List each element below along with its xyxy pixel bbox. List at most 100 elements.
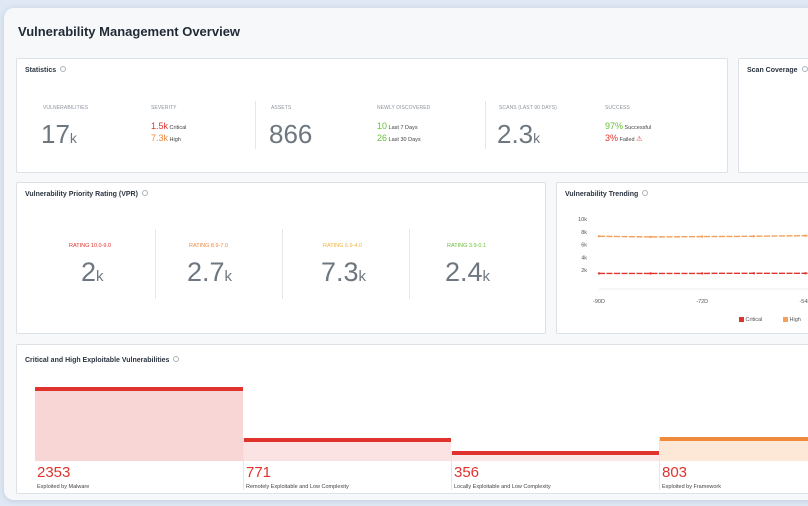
last30-count: 26 xyxy=(377,133,388,143)
divider xyxy=(155,229,156,299)
vpr-rating-label-low: Rating 3.9-0.1 xyxy=(447,243,487,249)
page-title: Vulnerability Management Overview xyxy=(18,24,241,39)
trending-card: Vulnerability Trending 10k 8k 6k 4k 2k -90D -7… xyxy=(556,182,808,334)
data-point-critical[interactable] xyxy=(701,272,704,275)
scans-value[interactable]: 2.3k xyxy=(497,121,540,147)
vpr-low-number: 2.4 xyxy=(445,257,483,287)
exploitable-value-remote: 771 xyxy=(246,464,272,481)
data-point-high[interactable] xyxy=(701,235,704,238)
vpr-title-text: Vulnerability Priority Rating (VPR) xyxy=(25,191,138,198)
vpr-rating-value-low[interactable]: 2.4k xyxy=(445,259,490,286)
divider xyxy=(485,101,486,149)
exploitable-caption-malware: Exploited by Malware xyxy=(37,484,90,490)
successful-percent: 97% xyxy=(605,121,624,131)
successful-label: Successful xyxy=(624,125,652,131)
vpr-rating-label-high: Rating 8.9-7.0 xyxy=(189,243,229,249)
divider xyxy=(409,229,410,299)
data-point-critical[interactable] xyxy=(597,272,601,275)
legend-critical-swatch xyxy=(739,317,744,323)
critical-label: Critical xyxy=(169,125,187,131)
scans-unit: k xyxy=(533,130,541,146)
vpr-medium-number: 7.3 xyxy=(321,257,359,287)
high-count: 7.3k xyxy=(151,133,169,143)
exploitable-value-local: 356 xyxy=(454,464,480,481)
exploitable-caption-remote: Remotely Exploitable and Low Complexity xyxy=(246,484,349,490)
vpr-high-unit: k xyxy=(224,268,233,285)
vpr-rating-value-medium[interactable]: 7.3k xyxy=(321,259,366,286)
divider xyxy=(255,101,256,149)
divider xyxy=(451,451,452,490)
severity-high[interactable]: 7.3k High xyxy=(151,133,181,143)
statistics-title: Statistics xyxy=(25,66,67,74)
info-icon[interactable] xyxy=(60,66,67,73)
data-point-high[interactable] xyxy=(752,235,755,238)
success-label: Success xyxy=(605,105,630,111)
x-tick-label: -72D xyxy=(696,299,708,305)
vpr-medium-unit: k xyxy=(358,268,367,285)
series-line-high[interactable] xyxy=(598,234,808,238)
y-tick-label: 2k xyxy=(581,268,587,274)
severity-label: Severity xyxy=(151,105,177,111)
newly-discovered-label: Newly Discovered xyxy=(377,105,431,111)
exploitable-card: Critical and High Exploitable Vulnerabil… xyxy=(16,344,808,494)
y-tick-label: 6k xyxy=(581,243,587,249)
failed-label: Failed xyxy=(619,137,635,143)
severity-critical[interactable]: 1.5k Critical xyxy=(151,121,186,131)
trending-chart[interactable]: 10k 8k 6k 4k 2k -90D -72D -54D xyxy=(557,183,808,334)
x-tick-label: -90D xyxy=(593,299,605,305)
vpr-rating-value-high[interactable]: 2.7k xyxy=(187,259,232,286)
legend-high[interactable]: High xyxy=(783,317,801,323)
failed-percent: 3% xyxy=(605,133,619,143)
exploitable-bar-framework[interactable] xyxy=(659,437,808,461)
exploitable-bar-local[interactable] xyxy=(451,451,659,461)
info-icon[interactable] xyxy=(141,190,148,197)
newly-last7[interactable]: 10 Last 7 Days xyxy=(377,121,418,131)
legend-critical-label: Critical xyxy=(745,317,763,323)
newly-last30[interactable]: 26 Last 30 Days xyxy=(377,133,421,143)
legend-high-label: High xyxy=(789,317,801,323)
info-icon[interactable] xyxy=(801,66,808,73)
success-successful[interactable]: 97% Successful xyxy=(605,121,651,131)
y-tick-label: 4k xyxy=(581,255,587,261)
vpr-title: Vulnerability Priority Rating (VPR) xyxy=(25,190,148,198)
vpr-card: Vulnerability Priority Rating (VPR) Rati… xyxy=(16,182,546,334)
statistics-title-text: Statistics xyxy=(25,67,57,74)
data-point-high[interactable] xyxy=(597,235,601,238)
success-failed[interactable]: 3% Failed ⚠ xyxy=(605,133,642,143)
vpr-low-unit: k xyxy=(482,268,491,285)
vpr-critical-number: 2 xyxy=(81,257,97,287)
y-tick-label: 10k xyxy=(578,217,587,223)
exploitable-title-text: Critical and High Exploitable Vulnerabil… xyxy=(25,357,170,364)
x-tick-label: -54D xyxy=(799,299,808,305)
data-point-high[interactable] xyxy=(804,234,807,237)
info-icon[interactable] xyxy=(173,356,180,363)
assets-value[interactable]: 866 xyxy=(269,121,312,147)
vpr-rating-value-critical[interactable]: 2k xyxy=(81,259,104,286)
scan-coverage-title-text: Scan Coverage xyxy=(747,67,798,74)
dashboard-frame: Vulnerability Management Overview Statis… xyxy=(4,8,808,500)
last7-label: Last 7 Days xyxy=(388,125,418,131)
vulnerabilities-label: Vulnerabilities xyxy=(43,105,89,111)
vpr-rating-label-critical: Rating 10.0-9.0 xyxy=(69,243,112,249)
data-point-critical[interactable] xyxy=(649,272,652,275)
divider xyxy=(243,438,244,490)
last30-label: Last 30 Days xyxy=(388,137,421,143)
high-label: High xyxy=(169,137,181,143)
legend-critical[interactable]: Critical xyxy=(739,317,762,323)
data-point-critical[interactable] xyxy=(804,272,807,275)
divider xyxy=(282,229,283,299)
legend-high-swatch xyxy=(783,317,788,323)
scan-coverage-title: Scan Coverage xyxy=(747,66,808,74)
scans-label: Scans (Last 90 Days) xyxy=(499,105,557,111)
vulnerabilities-number: 17 xyxy=(41,119,70,149)
vpr-rating-label-medium: Rating 6.9-4.0 xyxy=(323,243,363,249)
vulnerabilities-value[interactable]: 17k xyxy=(41,121,77,147)
exploitable-caption-framework: Exploited by Framework xyxy=(662,484,721,490)
data-point-critical[interactable] xyxy=(752,272,755,275)
exploitable-bar-remote[interactable] xyxy=(243,438,451,461)
divider xyxy=(659,437,660,490)
exploitable-value-malware: 2353 xyxy=(37,464,71,481)
data-point-high[interactable] xyxy=(649,235,652,239)
y-tick-label: 8k xyxy=(581,230,587,236)
exploitable-bar-malware[interactable] xyxy=(35,387,243,461)
